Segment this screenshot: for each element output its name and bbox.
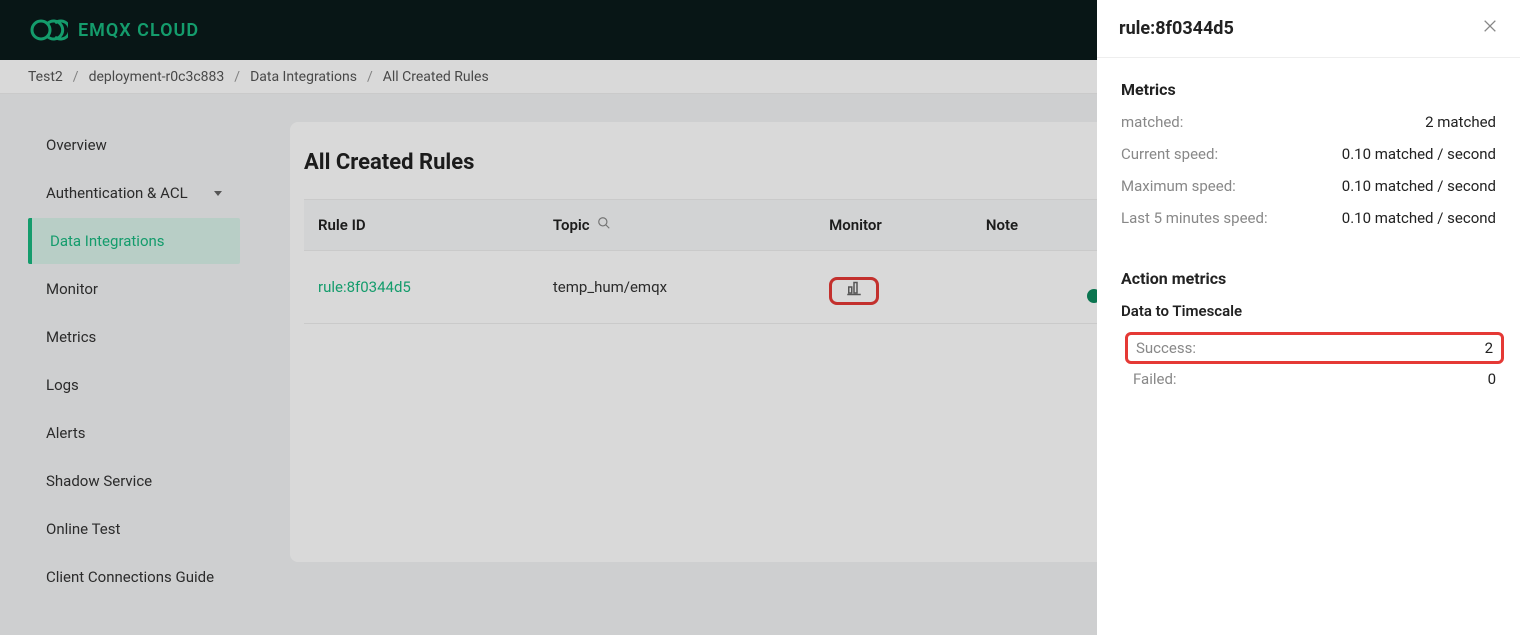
close-button[interactable] (1482, 18, 1498, 39)
metric-last5-speed: Last 5 minutes speed: 0.10 matched / sec… (1121, 209, 1496, 227)
metric-label: Current speed: (1121, 145, 1218, 163)
drawer-body: Metrics matched: 2 matched Current speed… (1097, 58, 1520, 424)
action-metrics-heading: Action metrics (1121, 269, 1496, 288)
metric-current-speed: Current speed: 0.10 matched / second (1121, 145, 1496, 163)
metric-failed: Failed: 0 (1133, 370, 1496, 388)
metrics-heading: Metrics (1121, 80, 1496, 99)
success-highlight: Success: 2 (1125, 332, 1504, 364)
metric-success: Success: 2 (1136, 339, 1493, 357)
drawer-header: rule:8f0344d5 (1097, 0, 1520, 58)
metric-label: Last 5 minutes speed: (1121, 209, 1268, 227)
metric-maximum-speed: Maximum speed: 0.10 matched / second (1121, 177, 1496, 195)
metric-value: 2 matched (1425, 113, 1496, 131)
metric-label: Failed: (1133, 370, 1177, 388)
metric-matched: matched: 2 matched (1121, 113, 1496, 131)
metric-value: 0.10 matched / second (1342, 177, 1496, 195)
metric-label: Maximum speed: (1121, 177, 1236, 195)
metric-label: matched: (1121, 113, 1183, 131)
metric-value: 0 (1488, 370, 1496, 388)
metric-label: Success: (1136, 339, 1196, 357)
action-target: Data to Timescale (1121, 302, 1496, 320)
rule-drawer: rule:8f0344d5 Metrics matched: 2 matched… (1097, 0, 1520, 635)
metric-value: 0.10 matched / second (1342, 209, 1496, 227)
metric-value: 2 (1485, 339, 1493, 357)
drawer-title: rule:8f0344d5 (1119, 18, 1234, 39)
metric-value: 0.10 matched / second (1342, 145, 1496, 163)
